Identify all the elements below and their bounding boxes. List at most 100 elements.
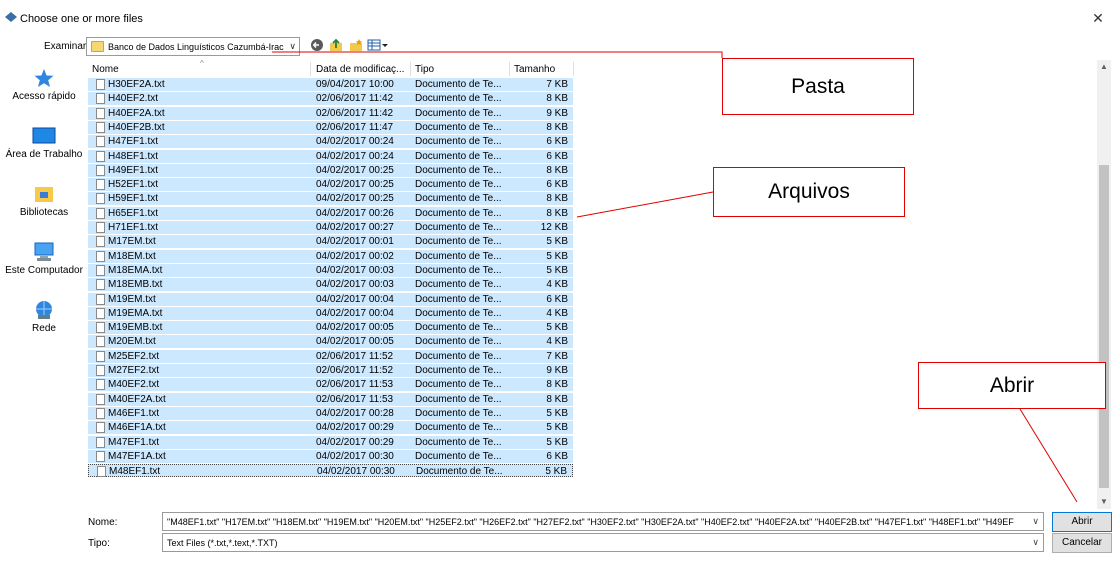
file-size: 5 KB bbox=[546, 407, 568, 419]
file-row[interactable]: H52EF1.txt 04/02/2017 00:25 Documento de T… bbox=[88, 178, 573, 192]
file-size: 6 KB bbox=[546, 136, 568, 148]
file-name: M25EF2.txt bbox=[108, 350, 160, 362]
file-row[interactable]: H40EF2B.txt 02/06/2017 11:47 Documento de … bbox=[88, 120, 573, 134]
column-type[interactable]: Tipo bbox=[415, 64, 434, 75]
file-name: H40EF2B.txt bbox=[108, 121, 165, 133]
file-date: 02/06/2017 11:42 bbox=[316, 93, 394, 105]
filetype-label: Tipo: bbox=[88, 538, 110, 549]
file-name: M19EMB.txt bbox=[108, 322, 163, 334]
close-icon[interactable]: ✕ bbox=[1091, 10, 1105, 27]
file-row[interactable]: H59EF1.txt 04/02/2017 00:25 Documento de T… bbox=[88, 192, 573, 206]
file-row[interactable]: M40EF2A.txt 02/06/2017 11:53 Documento de … bbox=[88, 392, 573, 406]
file-row[interactable]: M19EM.txt 04/02/2017 00:04 Documento de Te… bbox=[88, 292, 573, 306]
column-date[interactable]: Data de modificaç... bbox=[316, 64, 404, 75]
chevron-down-icon[interactable]: ∨ bbox=[289, 41, 296, 52]
scroll-down-icon[interactable]: ▼ bbox=[1097, 495, 1111, 509]
chevron-down-icon[interactable]: ∨ bbox=[1032, 537, 1039, 548]
new-folder-icon[interactable] bbox=[348, 38, 364, 54]
look-in-value: Banco de Dados Linguísticos Cazumbá-Irac… bbox=[108, 42, 284, 52]
chevron-down-icon[interactable]: ∨ bbox=[1032, 516, 1039, 527]
file-date: 04/02/2017 00:24 bbox=[316, 150, 394, 162]
file-row[interactable]: M17EM.txt 04/02/2017 00:01 Documento de Te… bbox=[88, 235, 573, 249]
file-row[interactable]: M48EF1.txt 04/02/2017 00:30 Documento de T… bbox=[88, 464, 573, 478]
file-size: 5 KB bbox=[546, 422, 568, 434]
file-icon bbox=[96, 79, 105, 90]
file-size: 8 KB bbox=[546, 164, 568, 176]
vertical-scrollbar[interactable]: ▲ ▼ bbox=[1097, 60, 1111, 509]
file-row[interactable]: H49EF1.txt 04/02/2017 00:25 Documento de T… bbox=[88, 163, 573, 177]
place-desktop[interactable]: Área de Trabalho bbox=[4, 126, 84, 160]
place-quick-access[interactable]: Acesso rápido bbox=[4, 68, 84, 102]
file-row[interactable]: H65EF1.txt 04/02/2017 00:26 Documento de T… bbox=[88, 206, 573, 220]
file-date: 09/04/2017 10:00 bbox=[316, 79, 394, 90]
filename-input[interactable]: "M48EF1.txt" "H17EM.txt" "H18EM.txt" "H1… bbox=[162, 512, 1044, 531]
file-row[interactable]: M20EM.txt 04/02/2017 00:05 Documento de Te… bbox=[88, 335, 573, 349]
file-row[interactable]: M19EMA.txt 04/02/2017 00:04 Documento de T… bbox=[88, 306, 573, 320]
file-size: 12 KB bbox=[540, 222, 568, 233]
file-type: Documento de Te... bbox=[415, 193, 502, 205]
file-date: 04/02/2017 00:30 bbox=[316, 450, 394, 462]
file-list[interactable]: Nome ^ Data de modificaç... Tipo Tamanho… bbox=[87, 59, 1097, 509]
open-button[interactable]: Abrir bbox=[1052, 512, 1112, 532]
file-row[interactable]: H47EF1.txt 04/02/2017 00:24 Documento de T… bbox=[88, 135, 573, 149]
back-icon[interactable] bbox=[309, 38, 325, 54]
scroll-up-icon[interactable]: ▲ bbox=[1097, 60, 1111, 74]
file-size: 8 KB bbox=[546, 193, 568, 205]
file-row[interactable]: M46EF1.txt 04/02/2017 00:28 Documento de T… bbox=[88, 406, 573, 420]
file-row[interactable]: M46EF1A.txt 04/02/2017 00:29 Documento de … bbox=[88, 421, 573, 435]
file-type: Documento de Te... bbox=[415, 322, 502, 334]
file-icon bbox=[96, 393, 105, 405]
column-divider[interactable] bbox=[573, 62, 574, 76]
file-name: M17EM.txt bbox=[108, 236, 156, 248]
file-row[interactable]: H71EF1.txt 04/02/2017 00:27 Documento de T… bbox=[88, 221, 573, 234]
file-icon bbox=[96, 193, 105, 205]
folder-icon bbox=[91, 41, 104, 52]
column-size[interactable]: Tamanho bbox=[514, 64, 555, 75]
cancel-button[interactable]: Cancelar bbox=[1052, 533, 1112, 553]
column-divider[interactable] bbox=[509, 62, 510, 76]
file-name: M18EMB.txt bbox=[108, 279, 163, 291]
scroll-thumb[interactable] bbox=[1099, 165, 1109, 488]
file-row[interactable]: M47EF1A.txt 04/02/2017 00:30 Documento de … bbox=[88, 449, 573, 463]
file-size: 6 KB bbox=[546, 150, 568, 162]
column-divider[interactable] bbox=[310, 62, 311, 76]
file-name: M40EF2A.txt bbox=[108, 393, 166, 405]
up-folder-icon[interactable] bbox=[328, 38, 344, 54]
file-name: H52EF1.txt bbox=[108, 179, 159, 191]
file-date: 04/02/2017 00:24 bbox=[316, 136, 394, 148]
file-row[interactable]: M27EF2.txt 02/06/2017 11:52 Documento de T… bbox=[88, 364, 573, 377]
file-date: 04/02/2017 00:05 bbox=[316, 322, 394, 334]
file-row[interactable]: M18EM.txt 04/02/2017 00:02 Documento de Te… bbox=[88, 249, 573, 263]
file-size: 8 KB bbox=[546, 393, 568, 405]
computer-icon bbox=[34, 242, 54, 261]
file-name: H65EF1.txt bbox=[108, 207, 159, 219]
file-size: 4 KB bbox=[546, 307, 568, 319]
file-row[interactable]: H30EF2A.txt 09/04/2017 10:00 Documento de … bbox=[88, 78, 573, 91]
libraries-icon bbox=[35, 187, 53, 202]
file-row[interactable]: H48EF1.txt 04/02/2017 00:24 Documento de T… bbox=[88, 149, 573, 163]
file-row[interactable]: M19EMB.txt 04/02/2017 00:05 Documento de T… bbox=[88, 321, 573, 335]
file-row[interactable]: H40EF2.txt 02/06/2017 11:42 Documento de T… bbox=[88, 92, 573, 106]
place-network[interactable]: Rede bbox=[4, 300, 84, 334]
filetype-select[interactable]: Text Files (*.txt,*.text,*.TXT) ∨ bbox=[162, 533, 1044, 552]
column-divider[interactable] bbox=[410, 62, 411, 76]
file-row[interactable]: M25EF2.txt 02/06/2017 11:52 Documento de T… bbox=[88, 349, 573, 363]
file-type: Documento de Te... bbox=[415, 136, 502, 148]
file-row[interactable]: M18EMA.txt 04/02/2017 00:03 Documento de T… bbox=[88, 263, 573, 277]
file-size: 5 KB bbox=[546, 264, 568, 276]
look-in-combo[interactable]: Banco de Dados Linguísticos Cazumbá-Irac… bbox=[86, 37, 300, 56]
column-name[interactable]: Nome bbox=[92, 64, 119, 75]
file-row[interactable]: M47EF1.txt 04/02/2017 00:29 Documento de T… bbox=[88, 435, 573, 449]
place-this-pc[interactable]: Este Computador bbox=[4, 242, 84, 276]
file-icon bbox=[96, 164, 105, 176]
view-menu-icon[interactable] bbox=[366, 38, 390, 54]
place-libraries[interactable]: Bibliotecas bbox=[4, 184, 84, 218]
file-name: H71EF1.txt bbox=[108, 222, 159, 233]
file-date: 04/02/2017 00:25 bbox=[316, 193, 394, 205]
file-icon bbox=[96, 279, 105, 291]
file-name: M46EF1A.txt bbox=[108, 422, 166, 434]
file-row[interactable]: H40EF2A.txt 02/06/2017 11:42 Documento de … bbox=[88, 106, 573, 120]
file-row[interactable]: M18EMB.txt 04/02/2017 00:03 Documento de T… bbox=[88, 278, 573, 292]
file-row[interactable]: M40EF2.txt 02/06/2017 11:53 Documento de T… bbox=[88, 378, 573, 392]
file-type: Documento de Te... bbox=[415, 436, 502, 448]
